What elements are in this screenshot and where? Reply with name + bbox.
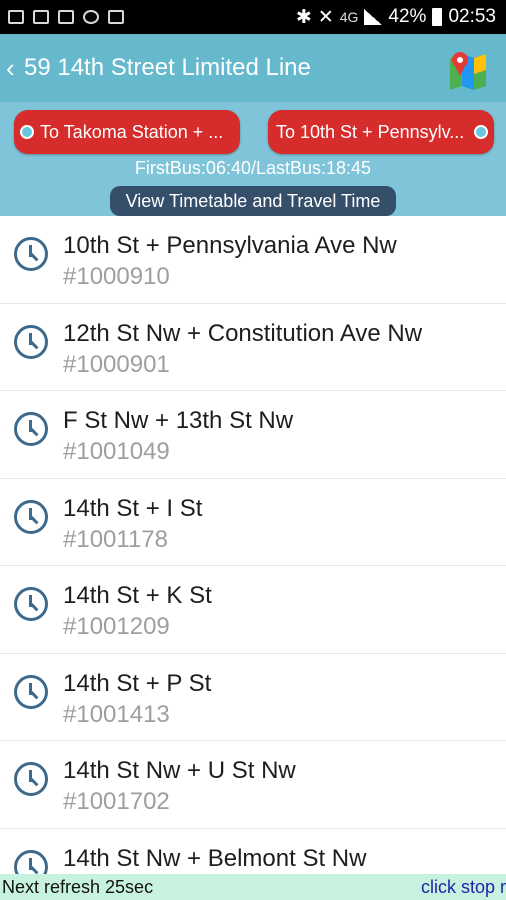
stop-id: #1001178	[63, 525, 168, 553]
list-item[interactable]: 14th St + K St #1001209	[0, 566, 506, 654]
flipboard-notification-icon	[108, 10, 124, 24]
clock-icon	[14, 587, 48, 621]
list-item[interactable]: 14th St Nw + Belmont St Nw	[0, 829, 506, 874]
stop-name: 10th St + Pennsylvania Ave Nw	[63, 232, 397, 259]
map-icon[interactable]	[448, 48, 488, 90]
first-last-bus: FirstBus:06:40/LastBus:18:45	[134, 158, 372, 178]
list-item[interactable]: F St Nw + 13th St Nw #1001049	[0, 391, 506, 479]
stop-name: 14th St + P St	[63, 669, 212, 697]
stop-id: #1001702	[63, 788, 170, 815]
stop-id: #1001413	[63, 700, 170, 728]
clock-icon	[14, 324, 48, 359]
stop-name: F St Nw + 13th St Nw	[63, 407, 294, 434]
list-item[interactable]: 12th St Nw + Constitution Ave Nw #100090…	[0, 304, 506, 391]
clock-icon	[14, 237, 48, 271]
direction-10th-st-button[interactable]: To 10th St + Pennsylv...	[268, 110, 494, 154]
mail-notification-icon	[33, 10, 49, 24]
battery-icon	[432, 8, 443, 26]
back-icon[interactable]: ‹	[0, 53, 22, 84]
clock-icon	[14, 674, 48, 709]
clock-icon	[14, 762, 48, 796]
list-item[interactable]: 14th St + I St #1001178	[0, 479, 506, 566]
clock-icon	[14, 849, 48, 874]
list-item[interactable]: 14th St Nw + U St Nw #1001702	[0, 741, 506, 829]
inbox-notification-icon	[58, 10, 74, 24]
stop-name: 14th St + I St	[63, 494, 203, 522]
refresh-countdown: Next refresh 25sec	[2, 876, 154, 897]
bottom-status-bar: Next refresh 25sec click stop na	[0, 874, 506, 900]
stop-name: 12th St Nw + Constitution Ave Nw	[63, 319, 423, 347]
status-bar: ✱ ✕ 4G 42% 02:53	[0, 0, 506, 34]
direction-label: To 10th St + Pennsylv...	[276, 121, 465, 142]
stop-name: 14th St Nw + Belmont St Nw	[63, 844, 367, 872]
page-title: 59 14th Street Limited Line	[24, 54, 311, 81]
direction-takoma-button[interactable]: To Takoma Station + ...	[14, 110, 240, 154]
list-item[interactable]: 14th St + P St #1001413	[0, 654, 506, 741]
clock-icon	[14, 412, 48, 446]
bus-icon	[20, 125, 34, 139]
stop-id: #1000901	[63, 350, 170, 378]
clock-icon	[14, 499, 48, 534]
app-bar: ‹ 59 14th Street Limited Line	[0, 34, 506, 102]
stop-name: 14th St + K St	[63, 582, 212, 609]
stop-id: #1001049	[63, 438, 170, 465]
bus-icon	[474, 125, 488, 139]
stop-id: #1000910	[63, 263, 170, 290]
direction-label: To Takoma Station + ...	[40, 121, 224, 142]
battery-percent: 42%	[388, 6, 427, 27]
chrome-notification-icon	[83, 10, 99, 24]
gallery-notification-icon	[8, 10, 24, 24]
stop-list: 10th St + Pennsylvania Ave Nw #1000910 1…	[0, 216, 506, 874]
mute-icon: ✕	[317, 6, 334, 28]
signal-icon	[364, 9, 383, 25]
hint-text: click stop na	[420, 876, 506, 897]
route-header: To Takoma Station + ... To 10th St + Pen…	[0, 102, 506, 216]
view-timetable-button[interactable]: View Timetable and Travel Time	[110, 186, 396, 216]
clock-time: 02:53	[448, 6, 496, 27]
list-item[interactable]: 10th St + Pennsylvania Ave Nw #1000910	[0, 216, 506, 304]
stop-id: #1001209	[63, 613, 170, 640]
notification-icons	[0, 10, 124, 24]
network-type: 4G	[339, 9, 359, 25]
system-icons: ✱ ✕ 4G 42% 02:53	[296, 6, 506, 29]
bluetooth-icon: ✱	[295, 6, 312, 28]
stop-name: 14th St Nw + U St Nw	[63, 757, 296, 784]
